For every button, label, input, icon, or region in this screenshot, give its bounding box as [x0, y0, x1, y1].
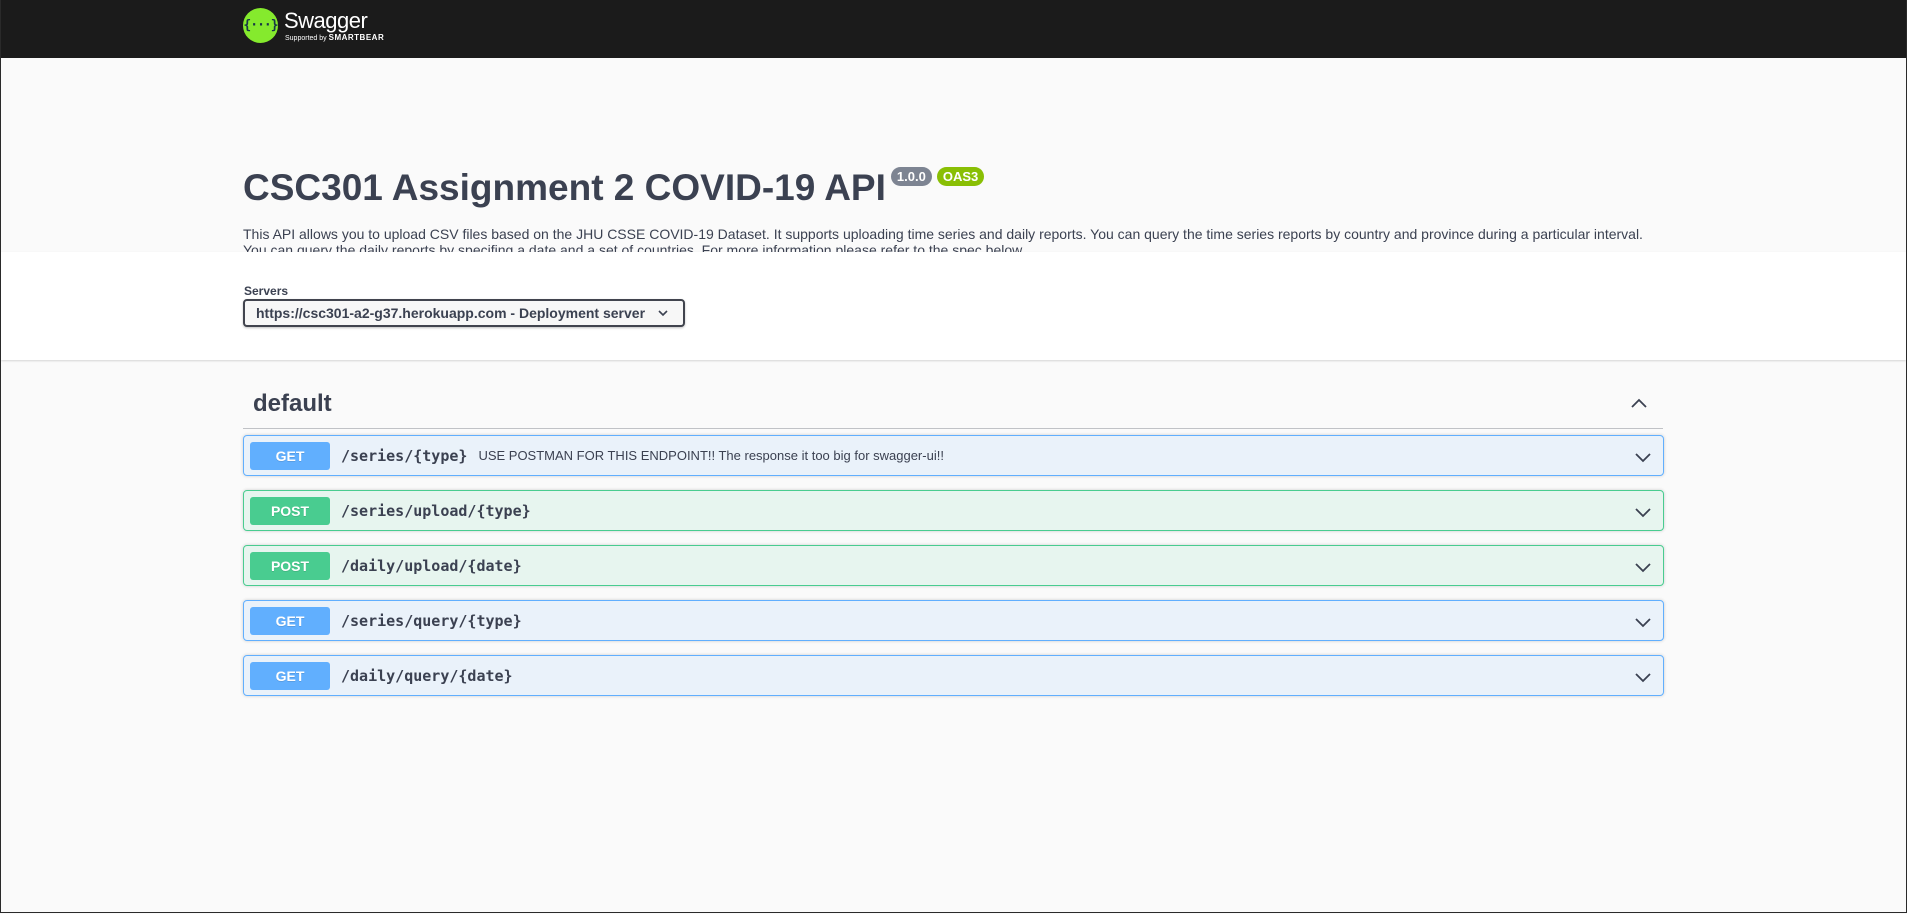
brand-text: Swagger Supported by SMARTBEAR	[284, 8, 384, 43]
brand-sub-prefix: Supported by	[285, 35, 327, 42]
method-badge: POST	[250, 496, 330, 525]
servers-label: Servers	[244, 284, 289, 298]
swagger-page: {···} Swagger Supported by SMARTBEAR CSC…	[0, 0, 1907, 913]
method-badge: GET	[250, 441, 330, 470]
api-title: CSC301 Assignment 2 COVID-19 API	[243, 167, 886, 208]
logo-glyph: {···}	[243, 18, 278, 33]
method-badge: GET	[250, 661, 330, 690]
brand-name: Swagger	[284, 8, 368, 33]
endpoint-path: /series/query/{type}	[341, 611, 522, 630]
opblock-get-daily-query[interactable]: GET /daily/query/{date}	[243, 655, 1664, 696]
swagger-logo-icon: {···}	[243, 8, 279, 43]
endpoint-path: /series/{type}	[341, 446, 468, 465]
chevron-down-icon[interactable]	[1633, 612, 1653, 632]
endpoint-path: /series/upload/{type}	[341, 501, 531, 520]
endpoint-summary: USE POSTMAN FOR THIS ENDPOINT!! The resp…	[478, 448, 944, 463]
brand-sub: Supported by SMARTBEAR	[285, 34, 384, 43]
opblock-get-series-type[interactable]: GET /series/{type} USE POSTMAN FOR THIS …	[243, 435, 1664, 476]
chevron-down-icon	[658, 310, 668, 317]
section-default-header[interactable]: default	[243, 382, 1663, 429]
opblock-post-daily-upload[interactable]: POST /daily/upload/{date}	[243, 545, 1664, 586]
section-title: default	[253, 390, 332, 417]
badges: 1.0.0 OAS3	[890, 167, 989, 186]
chevron-down-icon[interactable]	[1633, 667, 1653, 687]
chevron-down-icon[interactable]	[1633, 557, 1653, 577]
api-info: CSC301 Assignment 2 COVID-19 API 1.0.0 O…	[1, 58, 1906, 258]
title-row: CSC301 Assignment 2 COVID-19 API 1.0.0 O…	[243, 162, 989, 214]
version-badge: 1.0.0	[890, 167, 932, 186]
endpoint-path: /daily/query/{date}	[341, 666, 513, 685]
chevron-down-icon[interactable]	[1633, 502, 1653, 522]
method-badge: POST	[250, 551, 330, 580]
oas-badge: OAS3	[936, 167, 985, 186]
servers-section: Servers https://csc301-a2-g37.herokuapp.…	[1, 252, 1906, 360]
swagger-brand-link[interactable]: {···} Swagger Supported by SMARTBEAR	[243, 8, 384, 43]
opblock-get-series-query[interactable]: GET /series/query/{type}	[243, 600, 1664, 641]
endpoint-path: /daily/upload/{date}	[341, 556, 522, 575]
brand-sub-company: SMARTBEAR	[328, 33, 385, 42]
servers-selected-value: https://csc301-a2-g37.herokuapp.com - De…	[256, 305, 646, 321]
topbar: {···} Swagger Supported by SMARTBEAR	[1, 0, 1906, 58]
method-badge: GET	[250, 606, 330, 635]
chevron-up-icon[interactable]	[1629, 394, 1649, 414]
opblock-post-series-upload[interactable]: POST /series/upload/{type}	[243, 490, 1664, 531]
servers-select[interactable]: https://csc301-a2-g37.herokuapp.com - De…	[243, 299, 685, 327]
chevron-down-icon[interactable]	[1633, 447, 1653, 467]
